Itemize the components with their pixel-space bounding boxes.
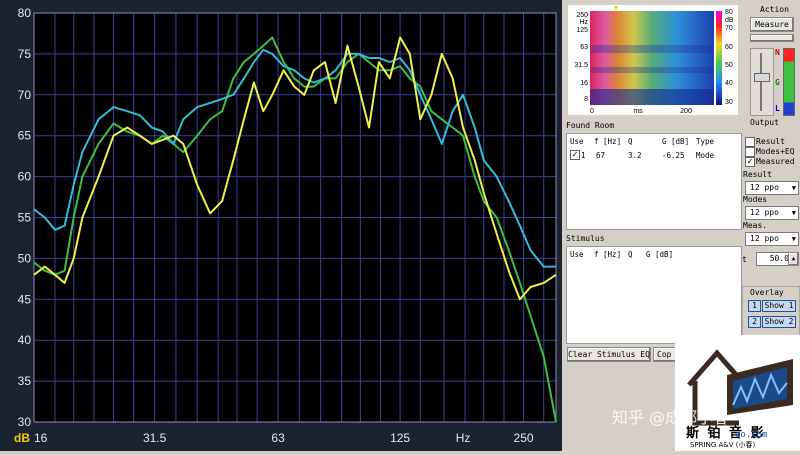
modes-eq-checkbox-label: Modes+EQ bbox=[756, 147, 795, 156]
stimulus-header-q: Q bbox=[628, 250, 633, 259]
modes-smoothing-value: 12 ppo bbox=[750, 208, 779, 217]
result-smoothing-label: Result bbox=[743, 170, 772, 179]
y-tick-label: 55 bbox=[18, 211, 32, 225]
clear-stimulus-eq-button[interactable]: Clear Stimulus EQ bbox=[567, 347, 651, 362]
y-tick-label: 50 bbox=[18, 251, 32, 265]
x-tick-label: 125 bbox=[390, 431, 410, 445]
result-checkbox-label: Result bbox=[756, 137, 785, 146]
spectrogram-y-label: 8 bbox=[584, 96, 588, 103]
modes-smoothing-select[interactable]: 12 ppo ▼ bbox=[745, 206, 799, 220]
y-tick-label: 65 bbox=[18, 129, 32, 143]
overlay-2-number-button[interactable]: 2 bbox=[748, 316, 761, 328]
y-tick-label: 45 bbox=[18, 292, 32, 306]
measured-checkbox-label: Measured bbox=[756, 157, 795, 166]
found-room-row-type: Mode bbox=[696, 151, 715, 160]
found-room-table bbox=[566, 133, 742, 230]
chevron-down-icon: ▼ bbox=[791, 209, 796, 217]
action-secondary-button[interactable] bbox=[750, 34, 794, 42]
x-axis-unit-label: Hz bbox=[456, 431, 471, 445]
x-tick-label: 63 bbox=[271, 431, 285, 445]
found-room-row-g: -6.25 bbox=[662, 151, 685, 160]
found-room-header-type: Type bbox=[696, 137, 715, 146]
db-unit-label: dB bbox=[14, 431, 30, 445]
response-plot-svg: 8075706560555045403530 16 31.5 63 125 Hz 250 … bbox=[14, 6, 557, 445]
found-room-header-use: Use bbox=[570, 137, 584, 146]
x-tick-label: 16 bbox=[34, 431, 48, 445]
found-room-header-g: G [dB] bbox=[662, 137, 690, 146]
spectrogram-y-label: 250 bbox=[576, 12, 588, 19]
meter-g-label: G bbox=[775, 78, 780, 87]
meter-n-label: N bbox=[775, 48, 780, 57]
found-room-header-f: f [Hz] bbox=[594, 137, 622, 146]
measure-button[interactable]: Measure bbox=[750, 17, 794, 32]
spectrogram: 250Hz125 63 31.5 16 8 0 ms 200 80dB70 60 50 40 30 bbox=[568, 5, 738, 115]
spectrogram-x-label: 0 bbox=[590, 108, 594, 115]
site-watermark: qo.com bbox=[735, 430, 768, 440]
found-room-title: Found Room bbox=[566, 121, 615, 130]
output-level-meter bbox=[783, 48, 795, 116]
output-label: Output bbox=[750, 118, 779, 127]
stimulus-title: Stimulus bbox=[566, 234, 605, 243]
overlay-show-1-button[interactable]: Show 1 bbox=[762, 300, 796, 312]
found-room-row-checkbox[interactable]: ✓ bbox=[570, 150, 580, 160]
stimulus-header-g: G [dB] bbox=[646, 250, 674, 259]
output-slider[interactable] bbox=[750, 48, 774, 116]
colorbar-label: 70 bbox=[725, 25, 733, 32]
spectrogram-y-label: 31.5 bbox=[574, 62, 588, 69]
brand-english-name: SPRING A&V (小春) bbox=[690, 441, 756, 449]
stimulus-header-f: f [Hz] bbox=[594, 250, 622, 259]
stimulus-table bbox=[566, 246, 742, 344]
modes-eq-checkbox[interactable] bbox=[745, 147, 755, 157]
found-room-header-q: Q bbox=[628, 137, 633, 146]
slider-thumb[interactable] bbox=[754, 73, 770, 82]
chevron-down-icon: ▼ bbox=[791, 184, 796, 192]
stimulus-header-use: Use bbox=[570, 250, 584, 259]
result-smoothing-value: 12 ppo bbox=[750, 183, 779, 192]
meter-l-label: L bbox=[775, 104, 780, 113]
y-tick-label: 35 bbox=[18, 374, 32, 388]
colorbar-label: 40 bbox=[725, 80, 733, 87]
x-tick-label: 250 bbox=[514, 431, 534, 445]
t-label: t bbox=[742, 255, 747, 264]
spectrogram-y-label: 16 bbox=[580, 80, 588, 87]
spectrogram-y-label: 125 bbox=[576, 27, 588, 34]
overlay-title: Overlay bbox=[750, 288, 784, 297]
spectrogram-x-label: ms bbox=[633, 108, 643, 115]
result-smoothing-select[interactable]: 12 ppo ▼ bbox=[745, 181, 799, 195]
x-tick-label: 31.5 bbox=[143, 431, 167, 445]
spectrogram-y-label: Hz bbox=[579, 19, 588, 26]
y-tick-label: 60 bbox=[18, 170, 32, 184]
colorbar-label: 60 bbox=[725, 44, 733, 51]
colorbar-label: 30 bbox=[725, 99, 733, 106]
found-room-row-f: 67 bbox=[596, 151, 606, 160]
y-tick-label: 75 bbox=[18, 47, 32, 61]
action-title: Action bbox=[760, 5, 789, 14]
colorbar-label: 50 bbox=[725, 62, 733, 69]
slider-track bbox=[760, 53, 762, 111]
meas-smoothing-select[interactable]: 12 ppo ▼ bbox=[745, 232, 799, 246]
y-tick-label: 80 bbox=[18, 6, 32, 20]
colorbar-label: 80 bbox=[725, 9, 733, 16]
y-tick-label: 70 bbox=[18, 88, 32, 102]
frequency-response-graph: 80 75 70 65 60 55 50 45 40 35 30 16 31.5 63 125 Hz 250 … bbox=[0, 0, 562, 451]
t-spinner[interactable]: ▲ bbox=[788, 252, 799, 266]
found-room-row-q: 3.2 bbox=[628, 151, 642, 160]
measured-checkbox[interactable]: ✓ bbox=[745, 157, 755, 167]
spectrogram-x-label: 200 bbox=[680, 108, 692, 115]
modes-smoothing-label: Modes bbox=[743, 195, 768, 204]
y-tick-label: 40 bbox=[18, 333, 32, 347]
y-tick-label: 30 bbox=[18, 415, 32, 429]
meas-smoothing-value: 12 ppo bbox=[750, 234, 779, 243]
colorbar-label: dB bbox=[725, 17, 734, 24]
overlay-1-number-button[interactable]: 1 bbox=[748, 300, 761, 312]
spectrogram-y-label: 63 bbox=[580, 44, 588, 51]
overlay-show-2-button[interactable]: Show 2 bbox=[762, 316, 796, 328]
found-room-row-index: 1 bbox=[581, 151, 586, 160]
meas-smoothing-label: Meas. bbox=[743, 221, 768, 230]
chevron-down-icon: ▼ bbox=[791, 235, 796, 243]
result-checkbox[interactable] bbox=[745, 137, 755, 147]
